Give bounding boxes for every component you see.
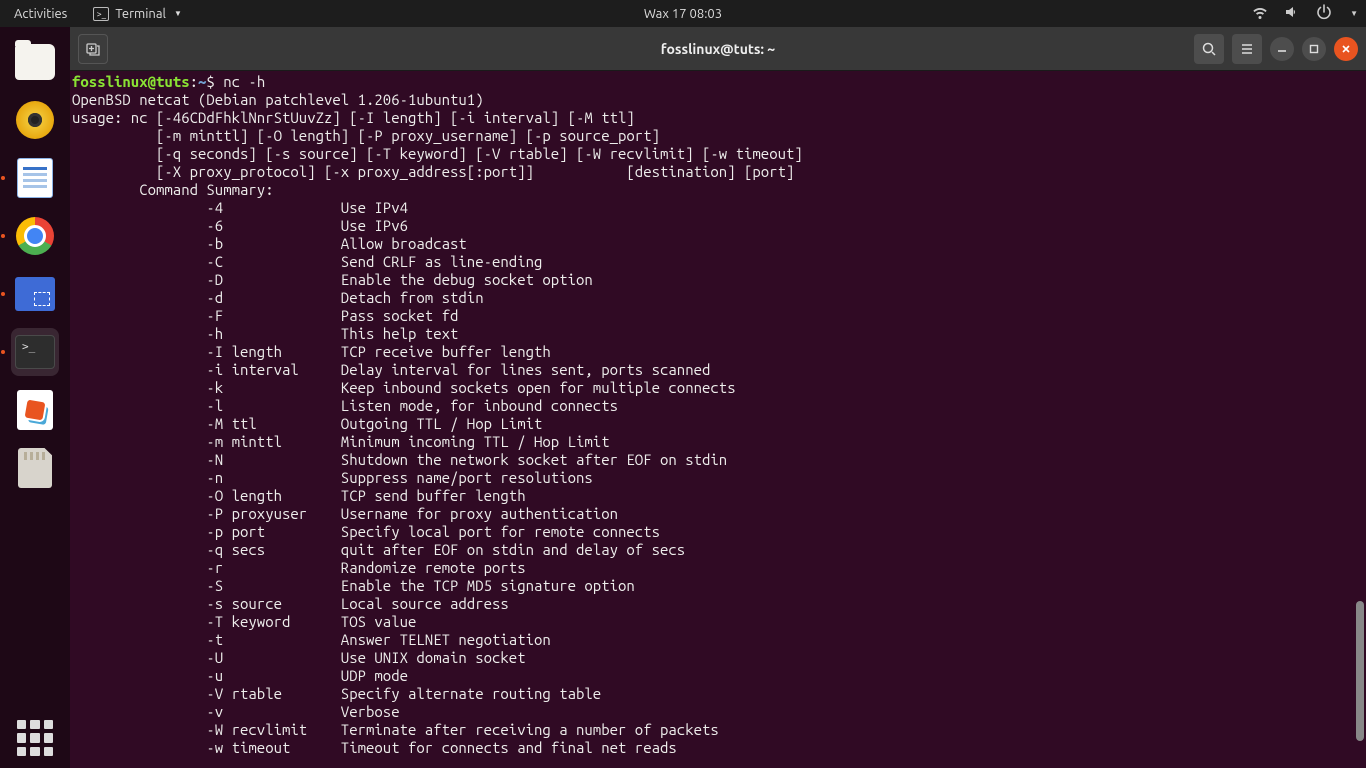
dock	[0, 27, 70, 768]
document-viewer-icon	[17, 390, 53, 430]
show-applications-button[interactable]	[17, 720, 53, 756]
new-tab-button[interactable]	[78, 34, 108, 64]
dock-item-removable[interactable]	[11, 444, 59, 492]
terminal-output[interactable]: fosslinux@tuts:~$ nc -h OpenBSD netcat (…	[70, 71, 1366, 768]
dock-item-writer[interactable]	[11, 154, 59, 202]
dock-item-terminal[interactable]	[11, 328, 59, 376]
prompt-line: fosslinux@tuts:~$ nc -h	[72, 73, 1364, 91]
app-menu[interactable]: >_ Terminal ▼	[93, 7, 182, 21]
music-icon	[16, 101, 54, 139]
chevron-down-icon: ▼	[1350, 9, 1358, 18]
screenshot-icon	[15, 277, 55, 311]
wifi-icon[interactable]	[1252, 4, 1268, 23]
terminal-icon: >_	[93, 7, 109, 21]
power-icon[interactable]	[1316, 4, 1332, 23]
chrome-icon	[16, 217, 54, 255]
app-menu-label: Terminal	[115, 7, 166, 21]
dock-item-screenshot[interactable]	[11, 270, 59, 318]
sd-card-icon	[18, 448, 52, 488]
clock[interactable]: Wax 17 08:03	[644, 7, 722, 21]
search-button[interactable]	[1194, 34, 1224, 64]
maximize-button[interactable]	[1302, 37, 1326, 61]
activities-button[interactable]: Activities	[8, 3, 73, 25]
writer-icon	[17, 158, 53, 198]
window-title: fosslinux@tuts: ~	[661, 41, 775, 57]
dock-item-chrome[interactable]	[11, 212, 59, 260]
files-icon	[15, 44, 55, 80]
system-tray[interactable]: ▼	[1252, 4, 1358, 23]
dock-item-files[interactable]	[11, 38, 59, 86]
dock-item-evince[interactable]	[11, 386, 59, 434]
scrollbar-thumb[interactable]	[1356, 601, 1364, 741]
prompt-user: fosslinux@tuts	[72, 73, 190, 90]
output-preamble: OpenBSD netcat (Debian patchlevel 1.206-…	[72, 91, 1364, 199]
volume-icon[interactable]	[1284, 4, 1300, 23]
terminal-window: fosslinux@tuts: ~ fosslinux@tuts:~$ nc -…	[70, 27, 1366, 768]
command-text: nc -h	[223, 73, 265, 90]
output-flags: -4 Use IPv4 -6 Use IPv6 -b Allow broadca…	[72, 199, 1364, 757]
minimize-button[interactable]	[1270, 37, 1294, 61]
menu-button[interactable]	[1232, 34, 1262, 64]
terminal-icon	[15, 335, 55, 369]
titlebar: fosslinux@tuts: ~	[70, 27, 1366, 71]
dock-item-rhythmbox[interactable]	[11, 96, 59, 144]
top-panel: Activities >_ Terminal ▼ Wax 17 08:03 ▼	[0, 0, 1366, 27]
close-button[interactable]	[1334, 37, 1358, 61]
chevron-down-icon: ▼	[174, 9, 182, 18]
